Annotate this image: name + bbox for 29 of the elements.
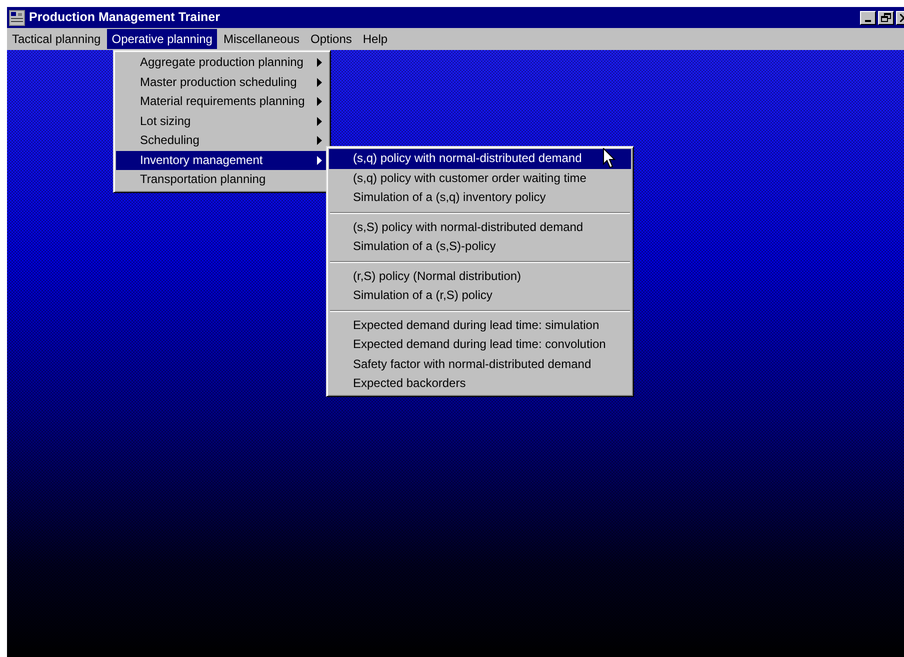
menu-item[interactable]: (s,q) policy with customer order waiting time (329, 168, 631, 188)
menu-item[interactable]: Simulation of a (s,q) inventory policy (329, 188, 631, 208)
minimize-button[interactable] (860, 10, 876, 24)
restore-button[interactable] (878, 10, 894, 24)
menu-item[interactable]: Tactical planning (7, 29, 106, 49)
minimize-icon (865, 20, 871, 22)
mouse-cursor-icon (603, 148, 616, 169)
menu-item[interactable]: Material requirements planning (116, 92, 328, 112)
menu-item[interactable]: Expected demand during lead time: simulation (329, 316, 631, 335)
menu-item[interactable]: Help (358, 29, 393, 49)
window-title: Production Management Trainer (29, 9, 220, 26)
menu-item[interactable]: Simulation of a (s,S)-policy (329, 237, 631, 256)
menu-item[interactable]: Operative planning (106, 29, 218, 49)
menu-item[interactable]: (r,S) policy (Normal distribution) (329, 266, 631, 286)
menu-item[interactable]: Inventory management (116, 150, 328, 170)
menu-item[interactable]: Aggregate production planning (116, 53, 328, 72)
menu-item[interactable]: Expected backorders (329, 374, 631, 394)
menu-item[interactable]: Lot sizing (116, 112, 328, 131)
menu-item[interactable]: Safety factor with normal-distributed demand (329, 354, 631, 374)
menu-item[interactable]: Miscellaneous (218, 29, 305, 49)
menu-item[interactable]: Options (306, 29, 357, 49)
menu-item[interactable]: (s,S) policy with normal-distributed demand (329, 218, 631, 237)
menu-item[interactable]: Simulation of a (r,S) policy (329, 286, 631, 306)
restore-icon (881, 13, 891, 22)
menu-item[interactable]: (s,q) policy with normal-distributed demand (329, 149, 631, 168)
menu-item[interactable]: Transportation planning (116, 170, 328, 190)
menu-item[interactable]: Scheduling (116, 131, 328, 150)
menu-item[interactable]: Expected demand during lead time: convolution (329, 335, 631, 354)
menu-item[interactable]: Master production scheduling (116, 72, 328, 92)
